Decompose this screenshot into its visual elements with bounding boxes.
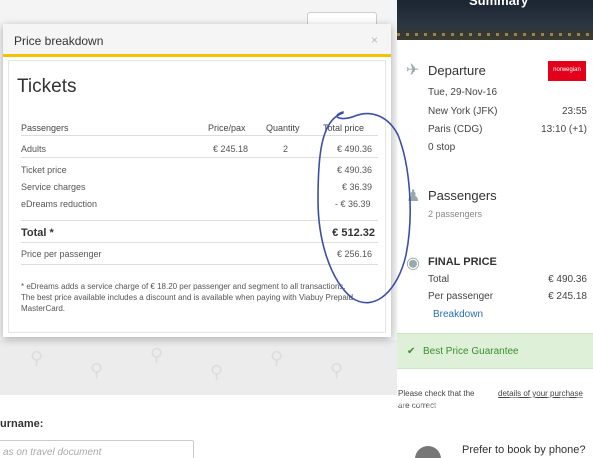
passengers-title: Passengers [428,188,497,203]
final-per-value: € 245.18 [548,291,587,302]
price-tag-icon: ◉ [406,255,420,272]
close-icon[interactable]: × [371,33,378,47]
surname-label: urname: [0,418,44,430]
best-price-guarantee: ✔ Best Price Guarantee [397,333,593,369]
row-adults-total: € 490.36 [337,144,373,154]
divider [21,220,378,221]
breakdown-label: Service charges [21,182,86,192]
breakdown-label: eDreams reduction [21,199,98,209]
departure-to: Paris (CDG) [428,124,483,135]
breakdown-value: - € 36.39 [335,199,371,209]
check-icon: ✔ [407,346,416,357]
divider [21,157,378,158]
row-adults-label: Adults [21,144,47,154]
row-adults-price: € 245.18 [213,144,249,154]
departure-from-time: 23:55 [561,106,587,117]
per-passenger-value: € 256.16 [337,249,373,259]
modal-header: Price breakdown × [3,24,391,57]
departure-date: Tue, 29-Nov-16 [428,87,498,98]
col-passengers: Passengers [21,123,69,133]
total-label: Total * [21,227,54,239]
per-passenger-label: Price per passenger [21,249,102,259]
agent-avatar [415,446,441,458]
decorative-pattern: ⚲ ⚲ ⚲ ⚲ ⚲ ⚲ [0,340,397,395]
price-breakdown-modal: Price breakdown × Tickets Passengers Pri… [3,24,391,337]
row-adults-qty: 2 [283,144,289,154]
phone-booking-text: Prefer to book by phone? [462,444,586,456]
plane-icon: ✈ [406,62,420,79]
footnote: * eDreams adds a service charge of € 18.… [21,282,354,313]
departure-from: New York (JFK) [428,106,498,117]
breakdown-label: Ticket price [21,165,67,175]
departure-to-time: 13:10 (+1) [541,124,587,135]
divider [21,242,378,243]
col-quantity: Quantity [266,123,300,133]
departure-stops: 0 stop [428,142,456,153]
breakdown-link[interactable]: Breakdown [433,309,483,320]
breakdown-value: € 490.36 [337,165,373,175]
col-total-price: Total price [323,123,365,133]
summary-header: Summary [397,0,593,40]
departure-title: Departure [428,63,486,78]
final-per-label: Per passenger [428,291,494,302]
final-total-value: € 490.36 [548,274,587,285]
surname-input[interactable]: as on travel document [0,440,194,458]
summary-title: Summary [469,0,529,8]
final-price-title: FINAL PRICE [428,256,497,268]
guarantee-text: Best Price Guarantee [423,346,519,357]
summary-panel: Summary ✈ Departure norwegian Tue, 29-No… [397,0,593,458]
passengers-count: 2 passengers [428,209,483,219]
modal-title: Price breakdown [14,34,104,48]
divider [21,135,378,136]
breakdown-value: € 36.39 [342,182,373,192]
final-total-label: Total [428,274,450,285]
passenger-icon: ♟ [406,188,421,205]
col-price-pax: Price/pax [208,123,246,133]
total-value: € 512.32 [332,227,375,239]
airline-logo: norwegian [548,61,586,81]
watermark: CYBERSAFETY BOARD [330,394,592,416]
tickets-title: Tickets [17,76,77,97]
divider [21,264,378,265]
